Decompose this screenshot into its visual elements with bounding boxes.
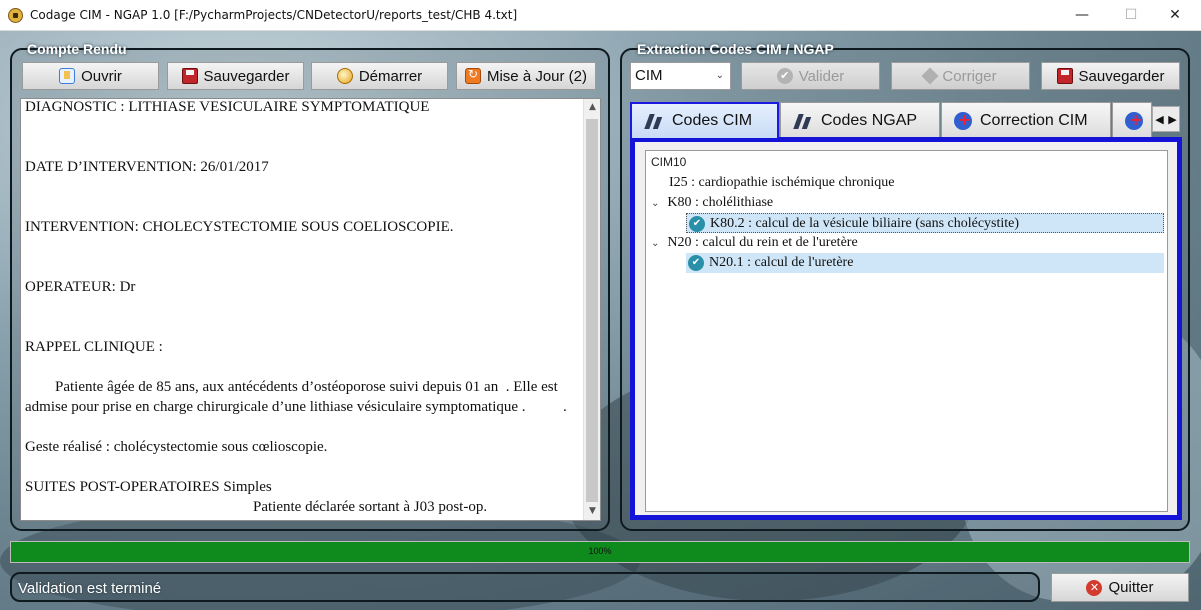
tree-item[interactable]: ⌄ N20 : calcul du rein et de l'uretère [651, 233, 858, 253]
chevron-down-icon: ⌄ [715, 70, 724, 81]
minimize-button[interactable]: — [1059, 0, 1105, 31]
tab-overflow[interactable] [1112, 102, 1152, 138]
scroll-down-arrow-icon[interactable]: ▼ [584, 503, 600, 520]
diamond-icon [921, 67, 939, 85]
validate-button-label: Valider [798, 67, 845, 85]
tree-item-label: K80 : cholélithiase [667, 195, 774, 210]
tab-codes-ngap-label: Codes NGAP [821, 111, 918, 129]
start-button-label: Démarrer [358, 67, 423, 85]
tree-item-label: I25 : cardiopathie ischémique chronique [669, 175, 895, 190]
status-bar: Validation est terminé [10, 572, 1040, 602]
tab-correction-cim-label: Correction CIM [980, 111, 1088, 129]
open-file-icon [59, 68, 76, 84]
save-report-button[interactable]: Sauvegarder [167, 62, 304, 90]
tree-item-selected[interactable]: ✔ N20.1 : calcul de l'uretère [686, 253, 1164, 273]
tree-item-selected[interactable]: ✔ K80.2 : calcul de la vésicule biliaire … [686, 213, 1164, 233]
quit-button[interactable]: ✕ Quitter [1051, 573, 1189, 602]
chevron-down-icon[interactable]: ⌄ [651, 238, 659, 249]
close-circle-icon: ✕ [1086, 579, 1103, 596]
close-window-button[interactable]: ✕ [1152, 0, 1198, 31]
chevron-right-icon[interactable]: ▶ [1168, 113, 1176, 126]
tab-correction-cim[interactable]: Correction CIM [941, 102, 1111, 138]
validate-button[interactable]: ✔ Valider [741, 62, 880, 90]
maximize-button[interactable]: ☐ [1108, 0, 1154, 31]
code-type-value: CIM [635, 67, 663, 84]
progress-label: 100% [588, 546, 612, 556]
tree-item[interactable]: ⌄ K80 : cholélithiase [651, 193, 773, 213]
report-line: Geste réalisé : cholécystectomie sous cœ… [25, 439, 328, 455]
check-circle-icon: ✔ [689, 215, 705, 232]
tree-item-label: N20 : calcul du rein et de l'uretère [667, 235, 858, 250]
codes-tabs: Codes CIM Codes NGAP Correction CIM ◀ ▶ … [630, 102, 1182, 520]
save-report-label: Sauvegarder [203, 67, 290, 85]
correct-button[interactable]: Corriger [891, 62, 1030, 90]
update-button-label: Mise à Jour (2) [486, 67, 588, 85]
cim-tree[interactable]: CIM10 I25 : cardiopathie ischémique chro… [645, 150, 1168, 512]
floppy-save-icon [181, 68, 198, 84]
tab-codes-cim[interactable]: Codes CIM [630, 102, 779, 138]
report-line: Patiente âgée de 85 ans, aux antécédents… [25, 379, 558, 395]
report-line: OPERATEUR: Dr [25, 279, 136, 295]
app-icon [8, 8, 23, 23]
tree-item[interactable]: I25 : cardiopathie ischémique chronique [669, 173, 894, 193]
code-type-select[interactable]: CIM ⌄ [630, 62, 731, 90]
codes-icon [644, 112, 664, 130]
report-line: admise pour prise en charge chirurgicale… [25, 399, 567, 415]
codes-icon [793, 112, 813, 130]
check-circle-icon: ✔ [688, 254, 704, 271]
title-bar: Codage CIM - NGAP 1.0 [F:/PycharmProject… [0, 0, 1201, 31]
start-button[interactable]: Démarrer [311, 62, 448, 90]
report-line: Patiente déclarée sortant à J03 post-op. [253, 499, 488, 515]
report-scrollbar[interactable]: ▲ ▼ [583, 99, 600, 520]
open-button-label: Ouvrir [81, 67, 122, 85]
tree-item-label: K80.2 : calcul de la vésicule biliaire (… [710, 216, 1020, 231]
codes-cim-panel: CIM10 I25 : cardiopathie ischémique chro… [630, 137, 1182, 520]
correction-icon [954, 110, 972, 130]
tab-codes-ngap[interactable]: Codes NGAP [780, 102, 940, 138]
window-title: Codage CIM - NGAP 1.0 [F:/PycharmProject… [30, 8, 518, 22]
tab-codes-cim-label: Codes CIM [672, 112, 753, 129]
scroll-thumb[interactable] [586, 119, 598, 502]
chevron-down-icon[interactable]: ⌄ [651, 198, 659, 209]
update-button[interactable]: Mise à Jour (2) [456, 62, 596, 90]
chevron-left-icon[interactable]: ◀ [1155, 113, 1163, 126]
correct-button-label: Corriger [942, 67, 997, 85]
extraction-title: Extraction Codes CIM / NGAP [637, 41, 834, 57]
start-icon [336, 68, 353, 84]
correction-icon [1125, 110, 1143, 130]
tree-root: CIM10 [651, 155, 687, 169]
report-line: INTERVENTION: CHOLECYSTECTOMIE SOUS COEL… [25, 219, 454, 235]
save-codes-button[interactable]: Sauvegarder [1041, 62, 1180, 90]
save-codes-label: Sauvegarder [1078, 67, 1165, 85]
report-line: SUITES POST-OPERATOIRES Simples [25, 479, 272, 495]
tab-scroll-buttons[interactable]: ◀ ▶ [1152, 106, 1180, 132]
check-circle-icon: ✔ [776, 68, 793, 84]
open-button[interactable]: Ouvrir [22, 62, 159, 90]
report-line: DATE D’INTERVENTION: 26/01/2017 [25, 159, 269, 175]
quit-button-label: Quitter [1108, 579, 1154, 596]
floppy-save-icon [1056, 68, 1073, 84]
progress-bar: 100% [10, 541, 1190, 563]
tree-item-label: N20.1 : calcul de l'uretère [709, 255, 854, 270]
refresh-icon [464, 67, 481, 84]
status-text: Validation est terminé [18, 580, 162, 597]
report-text-area[interactable]: DIAGNOSTIC : LITHIASE VESICULAIRE SYMPTO… [20, 98, 601, 521]
compte-rendu-title: Compte Rendu [27, 41, 127, 57]
report-line: DIAGNOSTIC : LITHIASE VESICULAIRE SYMPTO… [25, 99, 430, 115]
scroll-up-arrow-icon[interactable]: ▲ [584, 99, 600, 116]
report-line: RAPPEL CLINIQUE : [25, 339, 163, 355]
